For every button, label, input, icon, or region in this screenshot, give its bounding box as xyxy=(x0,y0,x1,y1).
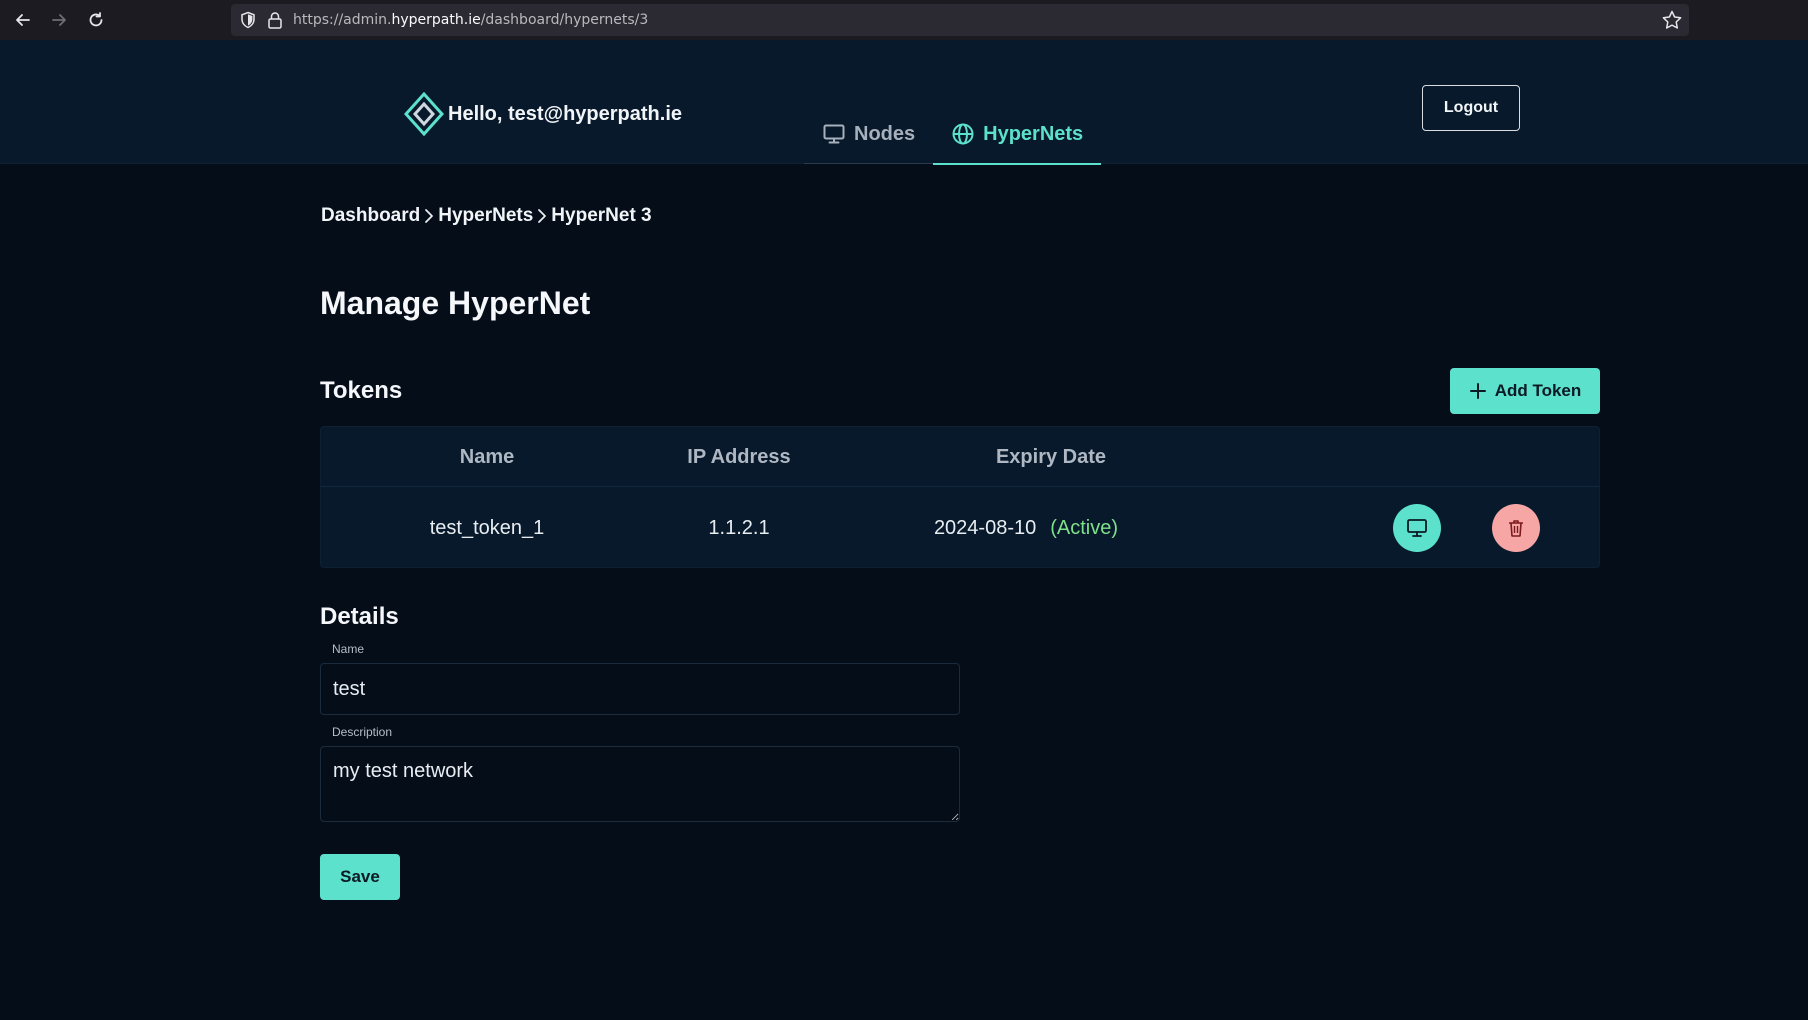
chevron-right-icon xyxy=(425,209,434,223)
globe-icon xyxy=(952,123,974,145)
plus-icon xyxy=(1469,383,1486,399)
column-header-name: Name xyxy=(459,446,515,468)
name-field-label: Name xyxy=(332,642,365,656)
breadcrumb-dashboard[interactable]: Dashboard xyxy=(321,205,420,227)
browser-toolbar: https://admin.hyperpath.ie/dashboard/hyp… xyxy=(0,0,1808,40)
tab-hypernets-label: HyperNets xyxy=(983,122,1084,145)
add-token-label: Add Token xyxy=(1494,381,1582,400)
address-bar[interactable]: https://admin.hyperpath.ie/dashboard/hyp… xyxy=(231,4,1689,36)
view-token-button[interactable] xyxy=(1393,504,1441,552)
add-token-button[interactable]: Add Token xyxy=(1450,368,1600,414)
logout-button[interactable]: Logout xyxy=(1422,85,1520,131)
token-name: test_token_1 xyxy=(429,517,545,539)
token-ip: 1.1.2.1 xyxy=(708,517,770,539)
lock-icon[interactable] xyxy=(267,11,283,29)
back-icon[interactable] xyxy=(11,8,35,32)
tab-hypernets[interactable]: HyperNets xyxy=(933,104,1102,165)
breadcrumb-hypernet-3[interactable]: HyperNet 3 xyxy=(551,205,651,227)
tokens-title: Tokens xyxy=(320,377,403,404)
hyperpath-logo-icon xyxy=(404,92,444,136)
details-title: Details xyxy=(320,603,399,630)
page-title: Manage HyperNet xyxy=(320,285,591,321)
greeting: Hello, test@hyperpath.ie xyxy=(448,102,682,125)
delete-token-button[interactable] xyxy=(1492,504,1540,552)
token-status-badge: (Active) xyxy=(1050,517,1119,539)
name-field[interactable] xyxy=(320,663,960,715)
breadcrumb-hypernets[interactable]: HyperNets xyxy=(438,205,533,227)
bookmark-star-icon[interactable] xyxy=(1661,9,1683,31)
description-field-label: Description xyxy=(332,725,393,739)
chevron-right-icon xyxy=(538,209,547,223)
column-header-expiry: Expiry Date xyxy=(995,446,1107,468)
monitor-icon xyxy=(1407,519,1427,537)
column-header-ip: IP Address xyxy=(687,446,791,468)
forward-icon[interactable] xyxy=(47,8,71,32)
url-text[interactable]: https://admin.hyperpath.ie/dashboard/hyp… xyxy=(293,4,648,36)
description-field[interactable]: my test network xyxy=(320,746,960,822)
reload-icon[interactable] xyxy=(84,8,108,32)
save-button[interactable]: Save xyxy=(320,854,400,900)
monitor-icon xyxy=(823,124,845,144)
tokens-table: Name IP Address Expiry Date test_token_1… xyxy=(320,426,1600,568)
brand: Hello, test@hyperpath.ie xyxy=(404,92,682,136)
breadcrumb: Dashboard HyperNets HyperNet 3 xyxy=(321,205,652,227)
table-row: test_token_1 1.1.2.1 2024-08-10 (Active) xyxy=(321,487,1599,569)
token-expiry: 2024-08-10 xyxy=(933,517,1037,539)
token-expiry-cell: 2024-08-10 (Active) xyxy=(876,487,1176,569)
table-header: Name IP Address Expiry Date xyxy=(321,427,1599,487)
main-tabs: Nodes HyperNets xyxy=(804,104,1102,165)
trash-icon xyxy=(1509,520,1523,537)
shield-icon[interactable] xyxy=(239,11,257,29)
tab-nodes-label: Nodes xyxy=(854,122,916,145)
tab-nodes[interactable]: Nodes xyxy=(804,104,933,164)
